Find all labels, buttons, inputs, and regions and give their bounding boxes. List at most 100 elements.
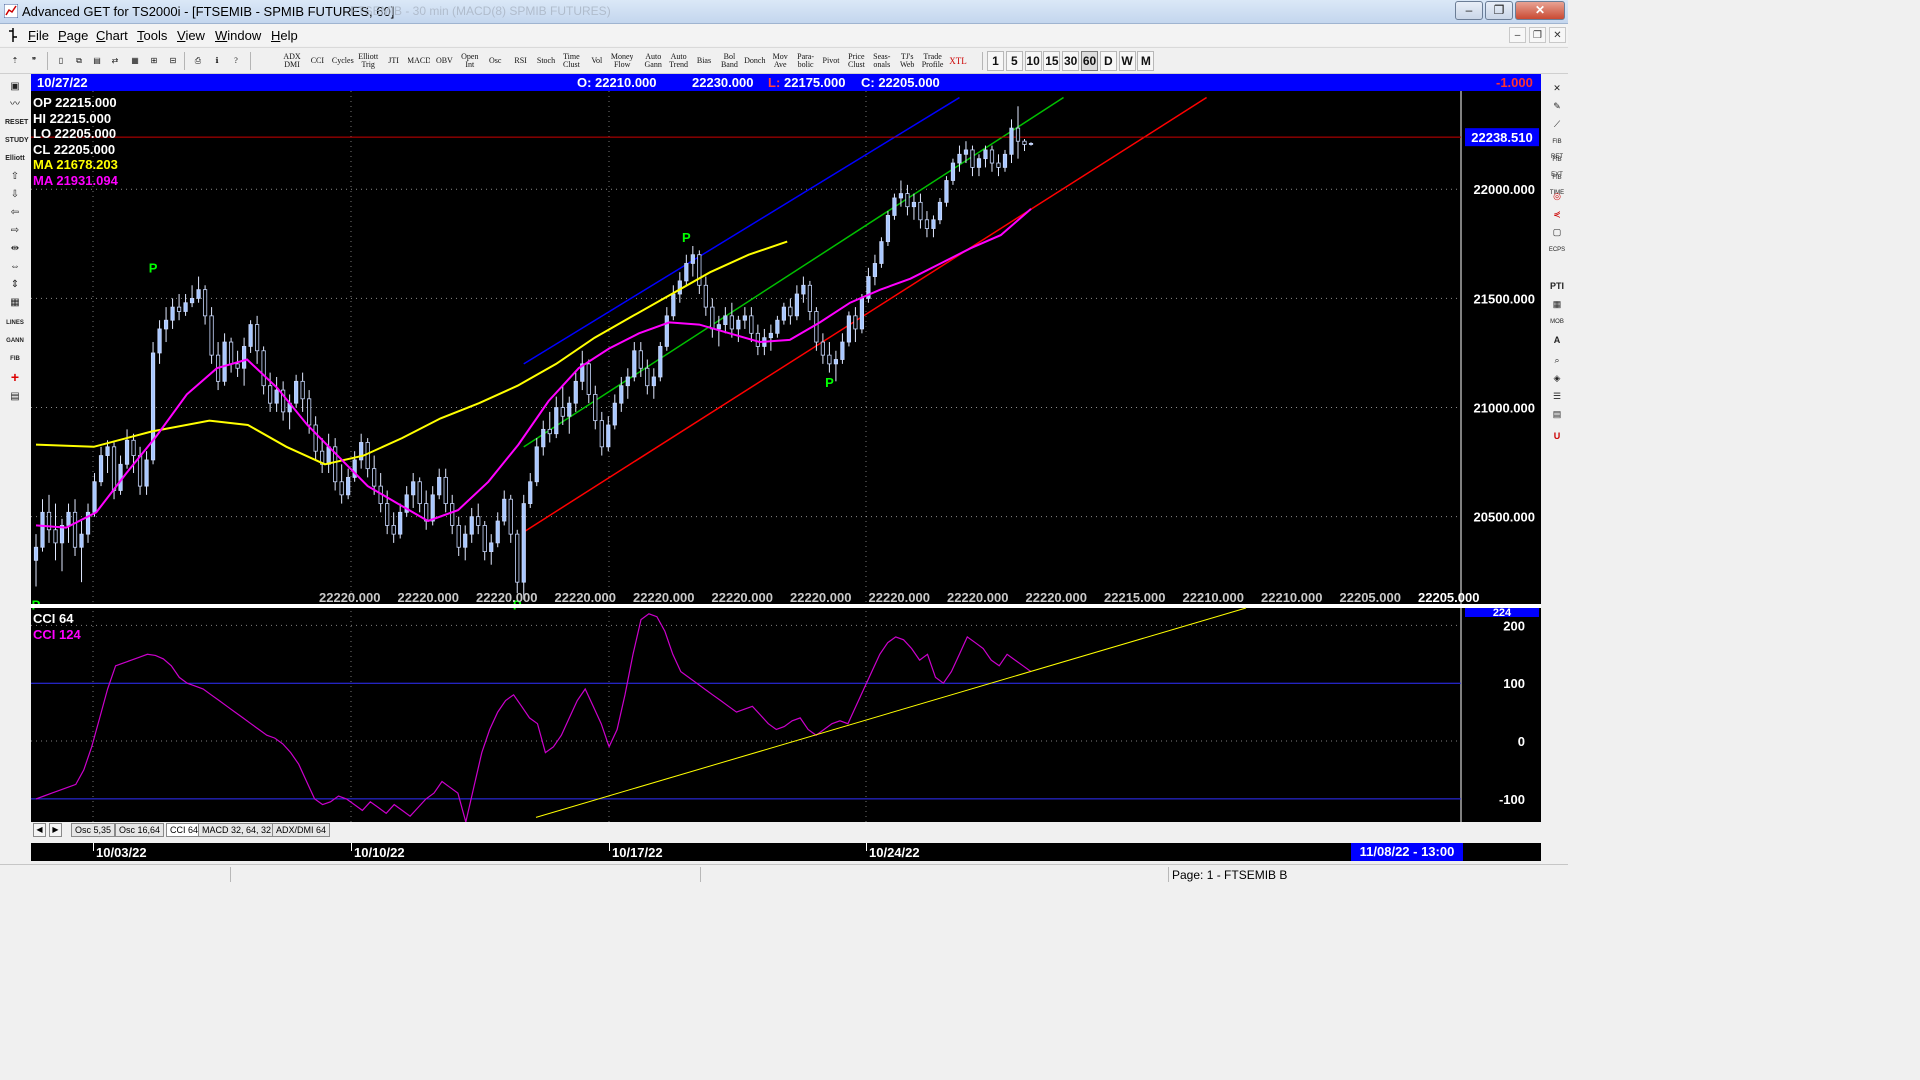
arrow-up-icon[interactable]: ⇧ (5, 169, 25, 185)
wave-icon[interactable]: 〰 (5, 97, 25, 113)
period-button-1[interactable]: 1 (987, 51, 1004, 71)
study-button-tj-s-web[interactable]: TJ's Web (895, 51, 919, 71)
menu-page[interactable]: Page (58, 28, 88, 43)
ecps-tool[interactable]: ECPS (1548, 243, 1566, 258)
layers-icon[interactable]: ▤ (1548, 407, 1566, 422)
pencil-icon[interactable]: ✎ (1548, 99, 1566, 114)
gann-tool[interactable]: GANN (5, 333, 25, 349)
open-icon[interactable]: ▤ (88, 51, 106, 71)
study-button-elliott-trig[interactable]: Elliott Trig (356, 51, 380, 71)
eraser-icon[interactable]: ◈ (1548, 371, 1566, 386)
link-icon[interactable]: ⇄ (106, 51, 124, 71)
menu-help[interactable]: Help (271, 28, 298, 43)
tab-adx-dmi-64[interactable]: ADX/DMI 64 (272, 823, 331, 837)
pti-tool[interactable]: PTI (1548, 279, 1566, 294)
compress-icon[interactable]: ⇹ (5, 241, 25, 257)
zoom-vertical-icon[interactable]: ⇕ (5, 277, 25, 293)
study-button-osc[interactable]: Osc (483, 51, 507, 71)
reset-tool[interactable]: RESET (5, 115, 28, 131)
study-button-bol-band[interactable]: Bol Band (717, 51, 741, 71)
period-button-d[interactable]: D (1099, 51, 1117, 71)
layout-icon[interactable]: ▦ (126, 51, 144, 71)
fib-ret-tool[interactable]: FIB RET (1548, 135, 1566, 160)
fan-icon[interactable]: ⋞ (1548, 207, 1566, 222)
study-button-obv[interactable]: OBV (432, 51, 456, 71)
table-icon[interactable]: ⊟ (164, 51, 182, 71)
box-icon[interactable]: ▢ (1548, 225, 1566, 240)
magnifier-icon[interactable]: ⌕ (1548, 353, 1566, 368)
line-tool-icon[interactable]: ⟋ (1548, 117, 1566, 132)
elliott-tool[interactable]: Elliott (5, 151, 25, 167)
period-button-w[interactable]: W (1118, 51, 1136, 71)
expand-icon[interactable]: ⇔ (5, 259, 25, 275)
tab-osc-5-35[interactable]: Osc 5,35 (71, 823, 116, 837)
list-icon[interactable]: ☰ (1548, 389, 1566, 404)
study-button-time-clust[interactable]: Time Clust (559, 51, 583, 71)
arrow-right-icon[interactable]: ⇨ (5, 223, 25, 239)
close-tool-icon[interactable]: ✕ (1548, 81, 1566, 96)
help-icon[interactable]: ? (227, 51, 245, 71)
study-button-para-bolic[interactable]: Para-bolic (794, 51, 818, 71)
arrow-down-icon[interactable]: ⇩ (5, 187, 25, 203)
study-button-auto-trend[interactable]: Auto Trend (667, 51, 691, 71)
tab-scroll-left-icon[interactable]: ◀ (33, 823, 46, 837)
menu-view[interactable]: View (177, 28, 205, 43)
menu-file[interactable]: File (28, 28, 49, 43)
study-button-rsi[interactable]: RSI (509, 51, 533, 71)
period-button-10[interactable]: 10 (1024, 51, 1042, 71)
study-tool[interactable]: STUDY (5, 133, 29, 149)
quote-icon[interactable]: ❞ (25, 51, 43, 71)
study-button-stoch[interactable]: Stoch (534, 51, 558, 71)
pointer-icon[interactable]: ⇡ (6, 51, 24, 71)
study-button-pivot[interactable]: Pivot (819, 51, 843, 71)
study-button-open-int[interactable]: Open Int (458, 51, 482, 71)
grid-tool-icon[interactable]: ▦ (5, 295, 25, 311)
tab-osc-16-64[interactable]: Osc 16,64 (115, 823, 165, 837)
tab-cci-64[interactable]: CCI 64 (166, 823, 203, 837)
period-button-15[interactable]: 15 (1043, 51, 1061, 71)
new-page-icon[interactable]: ▯ (52, 51, 70, 71)
study-button-mov-ave[interactable]: Mov Ave (768, 51, 792, 71)
study-button-donch[interactable]: Donch (743, 51, 767, 71)
study-button-bias[interactable]: Bias (692, 51, 716, 71)
study-button-money-flow[interactable]: Money Flow (610, 51, 634, 71)
chart-grid-icon[interactable]: ▦ (1548, 297, 1566, 312)
mdi-restore-button[interactable]: ❐ (1529, 27, 1546, 43)
grid-icon[interactable]: ⊞ (145, 51, 163, 71)
hint-icon[interactable]: ℹ (208, 51, 226, 71)
mdi-close-button[interactable]: ✕ (1549, 27, 1566, 43)
mdi-minimize-button[interactable]: – (1509, 27, 1526, 43)
lines-tool[interactable]: LINES (5, 315, 25, 331)
print-icon[interactable]: ⎙ (189, 51, 207, 71)
study-button-jti[interactable]: JTI (382, 51, 406, 71)
period-button-m[interactable]: M (1137, 51, 1155, 71)
arrow-left-icon[interactable]: ⇦ (5, 205, 25, 221)
text-tool[interactable]: A (1548, 333, 1566, 348)
magnet-tool[interactable]: U (1548, 429, 1566, 444)
study-button-price-clust[interactable]: Price Clust (844, 51, 868, 71)
tab-scroll-right-icon[interactable]: ▶ (49, 823, 62, 837)
crosshair-icon[interactable]: + (5, 369, 25, 385)
chart-canvas[interactable]: 22000.000 21500.000 21000.000 20500.000 2223… (31, 91, 1541, 822)
study-button-adx-dmi[interactable]: ADX DMI (280, 51, 304, 71)
period-button-60[interactable]: 60 (1081, 51, 1098, 71)
minimize-button[interactable]: – (1455, 1, 1483, 20)
period-button-5[interactable]: 5 (1005, 51, 1023, 71)
close-button[interactable]: ✕ (1515, 1, 1565, 20)
tab-macd-32-64-32[interactable]: MACD 32, 64, 32 (198, 823, 276, 837)
settings-icon[interactable]: ▤ (5, 389, 25, 405)
mob-tool[interactable]: MOB (1548, 315, 1566, 330)
fib-time-tool[interactable]: FIB TIME (1548, 171, 1566, 196)
study-button-cycles[interactable]: Cycles (331, 51, 355, 71)
study-button-auto-gann[interactable]: Auto Gann (641, 51, 665, 71)
spiral-icon[interactable]: ◎ (1548, 189, 1566, 204)
pane-divider[interactable] (31, 604, 1541, 608)
copy-icon[interactable]: ⧉ (70, 51, 88, 71)
study-button-vol[interactable]: Vol (585, 51, 609, 71)
study-button-macd[interactable]: MACD (407, 51, 431, 71)
save-icon[interactable]: ▣ (5, 79, 25, 95)
menu-chart[interactable]: Chart (96, 28, 128, 43)
menu-tools[interactable]: Tools (137, 28, 167, 43)
study-button-xtl[interactable]: XTL (946, 51, 970, 71)
period-button-30[interactable]: 30 (1062, 51, 1080, 71)
